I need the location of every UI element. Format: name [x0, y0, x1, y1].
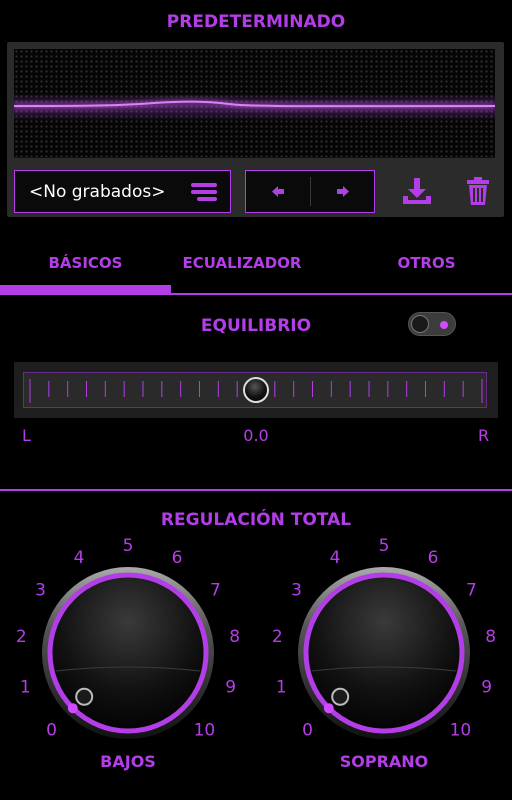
- knob-scale-label: 5: [379, 536, 390, 556]
- knob-value-marker: [67, 703, 78, 714]
- treble-knob[interactable]: 0 1 2 3 4 5 6 7 8 9 10: [256, 535, 512, 775]
- master-title: REGULACIÓN TOTAL: [160, 510, 352, 530]
- knob-scale-label: 7: [466, 581, 477, 601]
- knob-scale-label: 9: [481, 677, 492, 697]
- tab-underline: [0, 293, 512, 295]
- preset-title: PREDETERMINADO: [166, 12, 346, 32]
- download-icon: [403, 178, 431, 204]
- knob-scale-label: 8: [485, 627, 496, 647]
- preset-selector[interactable]: <No grabados>: [14, 170, 231, 213]
- balance-value: 0.0: [243, 426, 269, 445]
- save-preset-button[interactable]: [397, 170, 437, 213]
- preset-name: <No grabados>: [29, 182, 166, 202]
- previous-preset-button[interactable]: [246, 171, 310, 212]
- knob-scale-label: 3: [35, 581, 46, 601]
- arrow-right-icon: [337, 186, 349, 197]
- tab-ecualizador[interactable]: ECUALIZADOR: [171, 254, 313, 272]
- knob-scale-label: 0: [302, 720, 313, 740]
- knob-scale-label: 8: [229, 627, 240, 647]
- knob-scale-label: 0: [46, 720, 57, 740]
- knob-graphic: 0 1 2 3 4 5 6 7 8 9 10: [16, 536, 240, 740]
- active-tab-indicator: [0, 285, 171, 293]
- tab-otros[interactable]: OTROS: [341, 254, 512, 272]
- knob-scale-label: 3: [291, 581, 302, 601]
- tab-basicos[interactable]: BÁSICOS: [0, 254, 171, 272]
- knob-scale-label: 7: [210, 581, 221, 601]
- toggle-knob: [411, 315, 429, 333]
- knob-scale-label: 9: [225, 677, 236, 697]
- knob-scale-label: 5: [123, 536, 134, 556]
- bass-knob[interactable]: 0 1 2 3 4 5 6 7 8 9 10: [0, 535, 256, 775]
- delete-preset-button[interactable]: [457, 170, 497, 213]
- balance-toggle[interactable]: [408, 312, 456, 336]
- eq-curve: [14, 93, 495, 121]
- knob-value-marker: [323, 703, 334, 714]
- section-divider: [0, 489, 512, 491]
- trash-icon: [467, 177, 489, 205]
- knob-scale-label: 1: [20, 677, 31, 697]
- knob-scale-label: 4: [74, 548, 85, 568]
- knob-scale-label: 4: [330, 548, 341, 568]
- preset-panel: <No grabados>: [7, 42, 504, 217]
- preset-nav: [245, 170, 375, 213]
- knob-scale-label: 6: [428, 548, 439, 568]
- knob-scale-label: 10: [194, 720, 216, 740]
- knob-graphic: 0 1 2 3 4 5 6 7 8 9 10: [272, 536, 496, 740]
- knob-scale-label: 6: [172, 548, 183, 568]
- balance-slider-thumb[interactable]: [243, 377, 269, 403]
- balance-right-label: R: [478, 426, 490, 445]
- bass-label: BAJOS: [100, 752, 156, 771]
- treble-label: SOPRANO: [339, 752, 429, 771]
- knob-scale-label: 2: [16, 627, 27, 647]
- list-icon[interactable]: [191, 183, 217, 205]
- toggle-on-indicator: [440, 321, 448, 329]
- knob-pointer: [331, 687, 350, 706]
- arrow-left-icon: [272, 186, 284, 197]
- next-preset-button[interactable]: [311, 171, 375, 212]
- knob-pointer: [75, 687, 94, 706]
- eq-curve-display: [14, 49, 495, 158]
- knob-scale-label: 10: [450, 720, 472, 740]
- knob-scale-label: 2: [272, 627, 283, 647]
- knob-scale-label: 1: [276, 677, 287, 697]
